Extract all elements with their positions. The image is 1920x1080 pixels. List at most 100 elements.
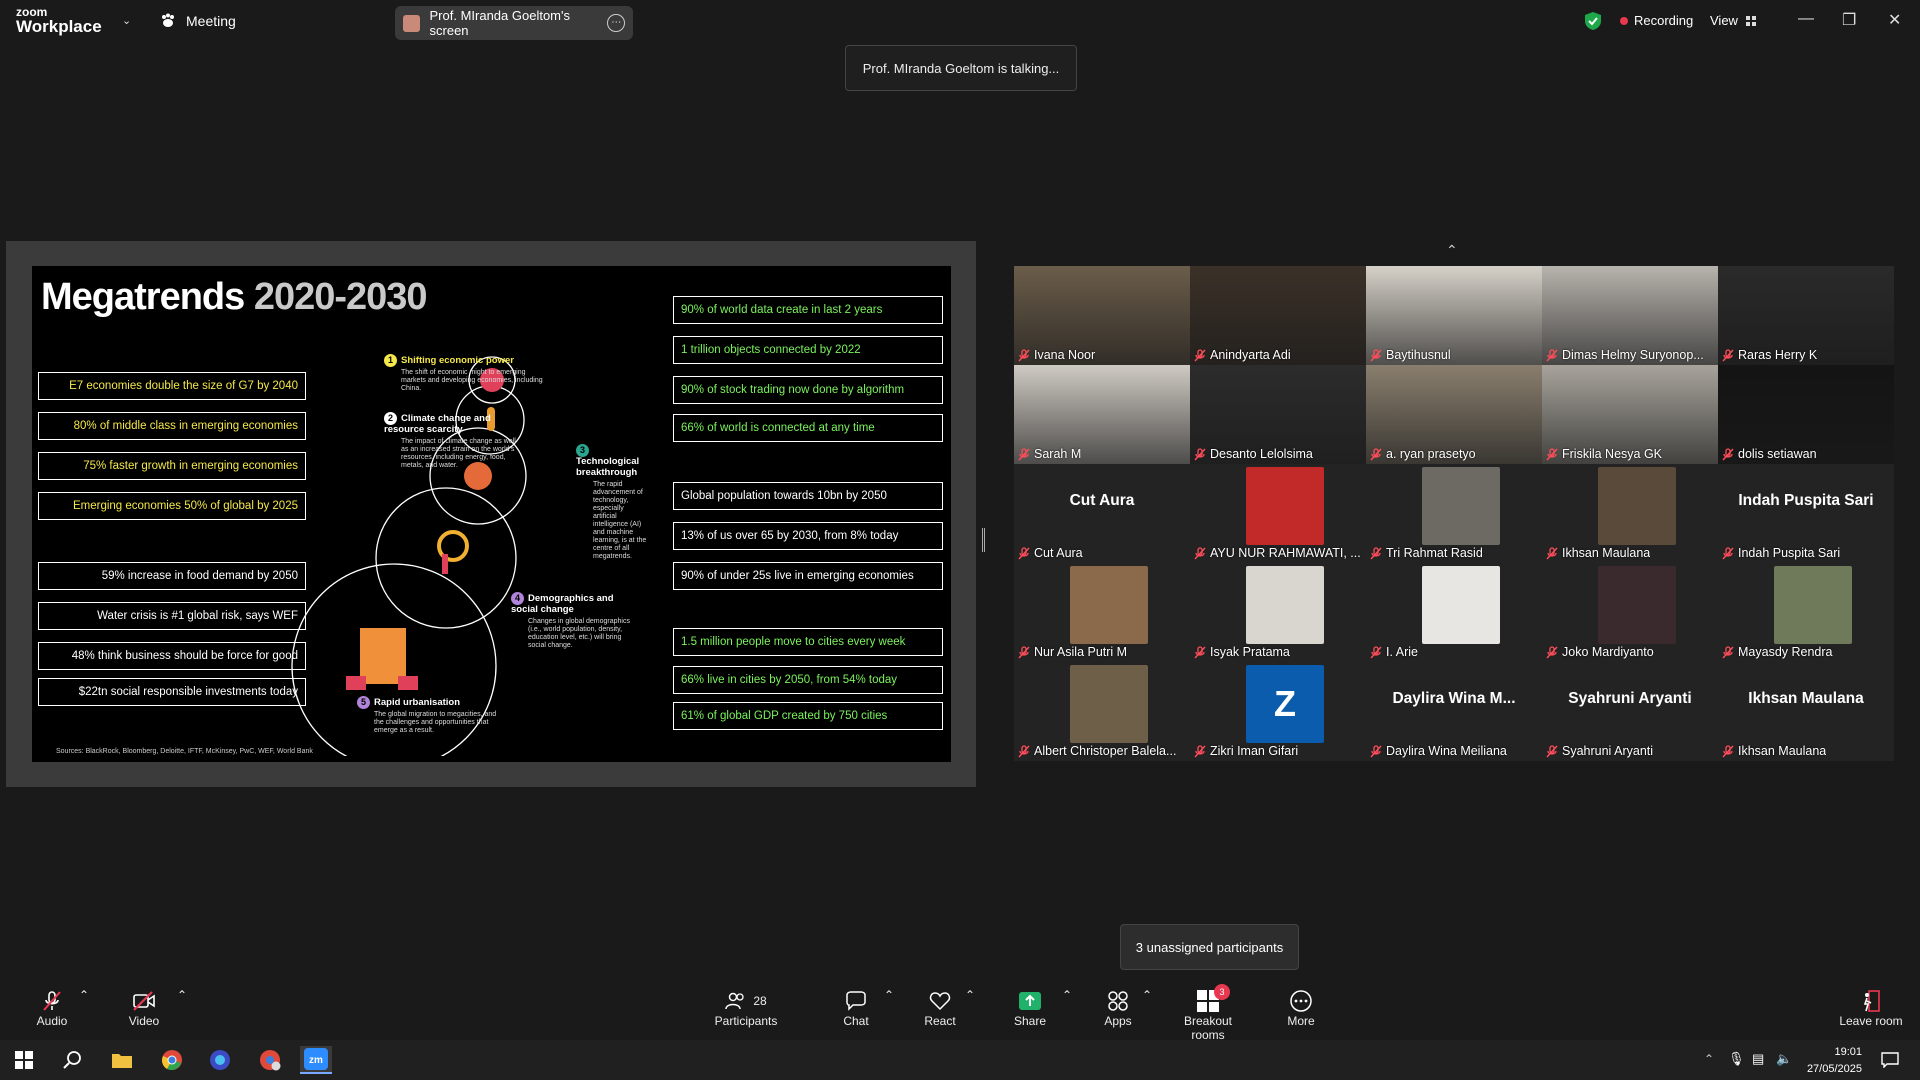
chat-button[interactable]: Chat [838,988,874,1028]
participant-tile[interactable]: Z Zikri Iman Gifari [1190,662,1366,761]
grid-icon [1745,15,1756,26]
resize-handle[interactable] [982,528,985,552]
trend-desc: The global migration to megacities, and … [374,711,497,735]
participant-name: Cut Aura [1034,546,1083,560]
audio-button[interactable]: Audio [32,988,72,1028]
restore-icon[interactable]: ❐ [1842,10,1856,30]
shared-slide: Megatrends 2020-2030 E7 economies double… [32,266,951,762]
participant-avatar [1246,467,1324,545]
participant-name-label: Ikhsan Maulana [1722,744,1826,758]
view-menu[interactable]: View [1710,13,1756,28]
security-shield-icon[interactable] [1584,11,1602,31]
participant-name-label: Ikhsan Maulana [1546,546,1650,560]
react-options-caret[interactable]: ⌃ [965,988,975,1002]
system-clock[interactable]: 19:01 27/05/2025 [1807,1044,1862,1077]
participant-name-label: AYU NUR RAHMAWATI, ... [1194,546,1361,560]
participant-tile[interactable]: Joko Mardiyanto [1542,563,1718,662]
more-button[interactable]: More [1284,988,1318,1028]
participant-name: Ikhsan Maulana [1738,744,1827,758]
apps-button[interactable]: Apps [1100,988,1136,1028]
chevron-up-icon[interactable]: ⌃ [1446,242,1458,259]
trend-desc: The shift of economic might to emerging … [401,369,543,393]
participant-name-label: Baytihusnul [1370,348,1451,362]
participant-tile[interactable]: Syahruni Aryanti Syahruni Aryanti [1542,662,1718,761]
participant-tile[interactable]: AYU NUR RAHMAWATI, ... [1190,464,1366,563]
participants-count: 28 [753,994,767,1008]
participant-name: dolis setiawan [1738,447,1817,461]
audio-options-caret[interactable]: ⌃ [79,988,89,1002]
browser-icon[interactable] [204,1046,236,1074]
participant-tile[interactable]: Baytihusnul [1366,266,1542,365]
participant-avatar [1070,566,1148,644]
participant-tile[interactable]: Raras Herry K [1718,266,1894,365]
participant-avatar [1598,566,1676,644]
participant-tile[interactable]: Friskila Nesya GK [1542,365,1718,464]
mic-muted-icon [1722,546,1734,559]
participants-button[interactable]: 28 Participants [712,988,780,1028]
participant-tile[interactable]: Sarah M [1014,365,1190,464]
participant-tile[interactable]: Ikhsan Maulana [1542,464,1718,563]
participant-name-label: Isyak Pratama [1194,645,1290,659]
chat-options-caret[interactable]: ⌃ [884,988,894,1002]
participant-tile[interactable]: Anindyarta Adi [1190,266,1366,365]
meeting-menu[interactable]: Meeting [160,13,236,29]
participant-tile[interactable]: Tri Rahmat Rasid [1366,464,1542,563]
participant-tile[interactable]: Nur Asila Putri M [1014,563,1190,662]
more-options-icon[interactable]: ⋯ [607,14,625,32]
close-icon[interactable]: ✕ [1888,10,1901,30]
participant-tile[interactable]: Dimas Helmy Suryonop... [1542,266,1718,365]
participant-name: AYU NUR RAHMAWATI, ... [1210,546,1361,560]
mic-muted-icon [1194,546,1206,559]
presenter-avatar [403,14,420,32]
notifications-icon[interactable] [1874,1046,1906,1074]
recording-indicator[interactable]: Recording [1620,13,1693,28]
mic-muted-icon [1018,348,1030,361]
video-button[interactable]: Video [124,988,164,1028]
participant-tile[interactable]: dolis setiawan [1718,365,1894,464]
participant-tile[interactable]: Mayasdy Rendra [1718,563,1894,662]
participant-tile[interactable]: Isyak Pratama [1190,563,1366,662]
screen-share-indicator[interactable]: Prof. MIranda Goeltom's screen ⋯ [395,6,633,40]
left-fact: 80% of middle class in emerging economie… [38,412,306,440]
zoom-app-icon[interactable]: zm [300,1046,332,1074]
network-icon[interactable]: ▤ [1752,1051,1764,1067]
participant-tile[interactable]: Ikhsan Maulana Ikhsan Maulana [1718,662,1894,761]
share-button[interactable]: Share [1012,988,1048,1028]
windows-start-icon[interactable] [8,1046,40,1074]
leave-room-button[interactable]: Leave room [1836,988,1906,1028]
participant-tile[interactable]: I. Arie [1366,563,1542,662]
participant-tile[interactable]: Desanto Lelolsima [1190,365,1366,464]
participant-name-label: Mayasdy Rendra [1722,645,1833,659]
apps-options-caret[interactable]: ⌃ [1142,988,1152,1002]
share-options-caret[interactable]: ⌃ [1062,988,1072,1002]
volume-icon[interactable]: 🔈 [1776,1051,1792,1067]
participant-avatar [1070,665,1148,743]
mic-off-icon [32,988,72,1014]
chat-icon [838,988,874,1014]
system-tray-chevron-icon[interactable]: ⌃ [1704,1052,1714,1066]
participant-tile[interactable]: Ivana Noor [1014,266,1190,365]
video-options-caret[interactable]: ⌃ [177,988,187,1002]
participant-tile[interactable]: Albert Christoper Balela... [1014,662,1190,761]
mic-muted-icon [1018,546,1030,559]
search-icon[interactable] [56,1046,88,1074]
chrome-profile-icon[interactable] [254,1046,286,1074]
participant-name: Nur Asila Putri M [1034,645,1128,659]
chrome-icon[interactable] [156,1046,188,1074]
participant-tile[interactable]: Daylira Wina M... Daylira Wina Meiliana [1366,662,1542,761]
participant-display-name: Syahruni Aryanti [1568,690,1692,707]
chevron-down-icon[interactable]: ⌄ [122,14,131,27]
mic-muted-icon [1722,645,1734,658]
apps-label: Apps [1104,1014,1132,1028]
right-fact: 61% of global GDP created by 750 cities [673,702,943,730]
file-explorer-icon[interactable] [106,1046,138,1074]
participant-display-name: Daylira Wina M... [1392,690,1516,707]
breakout-rooms-button[interactable]: 3 Breakout rooms [1166,984,1250,1042]
mic-muted-icon [1546,447,1558,460]
participant-tile[interactable]: a. ryan prasetyo [1366,365,1542,464]
participant-tile[interactable]: Indah Puspita Sari Indah Puspita Sari [1718,464,1894,563]
microphone-tray-icon[interactable]: 🎙 [1728,1051,1745,1067]
react-button[interactable]: React [922,988,958,1028]
participant-tile[interactable]: Cut Aura Cut Aura [1014,464,1190,563]
minimize-icon[interactable]: — [1798,10,1814,28]
